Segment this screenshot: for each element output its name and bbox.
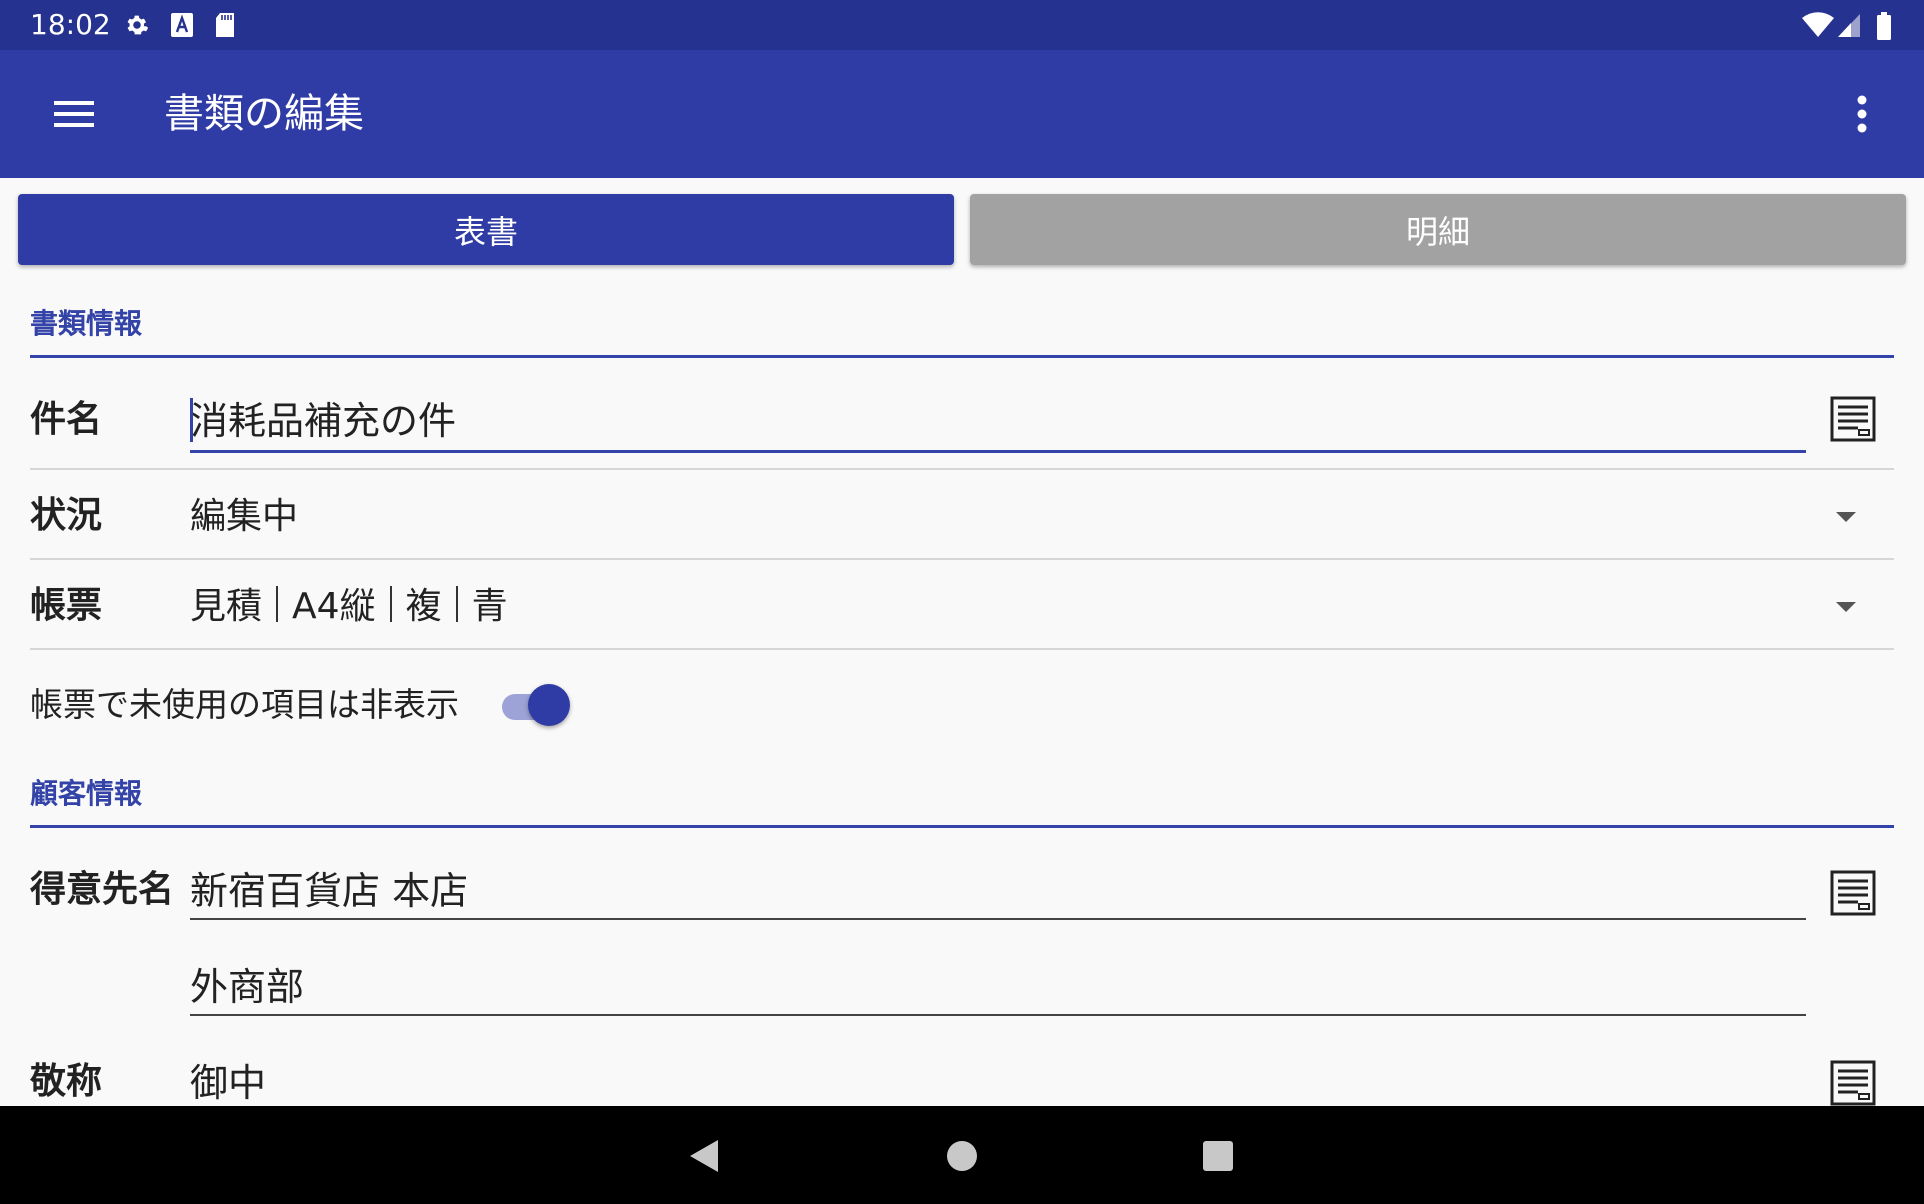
row-divider [30,558,1894,560]
separator [455,586,458,622]
recents-icon[interactable] [1196,1134,1240,1178]
tab-detail[interactable]: 明細 [970,194,1906,265]
list-picker-icon[interactable] [1830,1060,1876,1106]
honorific-input[interactable]: 御中 [190,1058,266,1106]
hide-unused-toggle[interactable] [500,682,570,730]
tab-cover[interactable]: 表書 [18,194,954,265]
more-vert-icon [1857,95,1867,133]
chevron-down-icon[interactable] [1836,512,1856,522]
form-copy: 複 [405,586,442,627]
section-divider [30,825,1894,828]
home-icon[interactable] [940,1134,984,1178]
section-title-document-info: 書類情報 [30,307,143,340]
menu-button[interactable] [40,84,108,144]
signal-icon [1838,14,1860,37]
customer-department-input[interactable]: 外商部 [190,962,304,1012]
customer-name-label: 得意先名 [30,869,175,910]
subject-input[interactable]: 消耗品補充の件 [190,396,456,446]
honorific-label: 敬称 [30,1061,103,1102]
subject-input-underline [190,450,1806,453]
app-bar: 書類の編集 [0,50,1924,178]
subject-label: 件名 [30,399,103,440]
form-type: 見積 [190,586,263,627]
more-options-button[interactable] [1834,82,1890,146]
toggle-thumb [528,684,570,726]
form-color: 青 [471,586,508,627]
customer-name-input[interactable]: 新宿百貨店 本店 [190,866,468,916]
form-label: 帳票 [30,585,103,626]
wifi-icon [1802,12,1834,37]
status-time: 18:02 [30,8,111,41]
customer-department-underline [190,1014,1806,1016]
battery-icon [1877,12,1891,40]
row-divider [30,468,1894,470]
sd-card-icon [216,13,234,37]
content-area: 表書 明細 書類情報 件名 消耗品補充の件 状況 編集中 帳票 見積 A4縦複青 … [0,178,1924,1106]
separator [276,586,279,622]
section-divider [30,355,1894,358]
gear-icon [127,15,149,35]
text-cursor [190,398,193,442]
list-picker-icon[interactable] [1830,396,1876,442]
list-picker-icon[interactable] [1830,870,1876,916]
form-paper: A4縦 [292,586,376,627]
section-title-customer-info: 顧客情報 [30,777,143,810]
customer-name-underline [190,918,1806,920]
chevron-down-icon[interactable] [1836,602,1856,612]
status-bar: 18:02 [0,0,1924,50]
system-nav-bar [0,1106,1924,1204]
hamburger-menu-icon [54,101,94,127]
status-label: 状況 [30,495,103,536]
row-divider [30,648,1894,650]
hide-unused-label: 帳票で未使用の項目は非表示 [30,685,459,724]
keyboard-a-icon [171,13,193,37]
back-icon[interactable] [684,1134,728,1178]
separator [389,586,392,622]
form-dropdown[interactable]: 見積 A4縦複青 [190,582,508,632]
status-dropdown[interactable]: 編集中 [190,492,298,542]
page-title: 書類の編集 [164,91,364,137]
